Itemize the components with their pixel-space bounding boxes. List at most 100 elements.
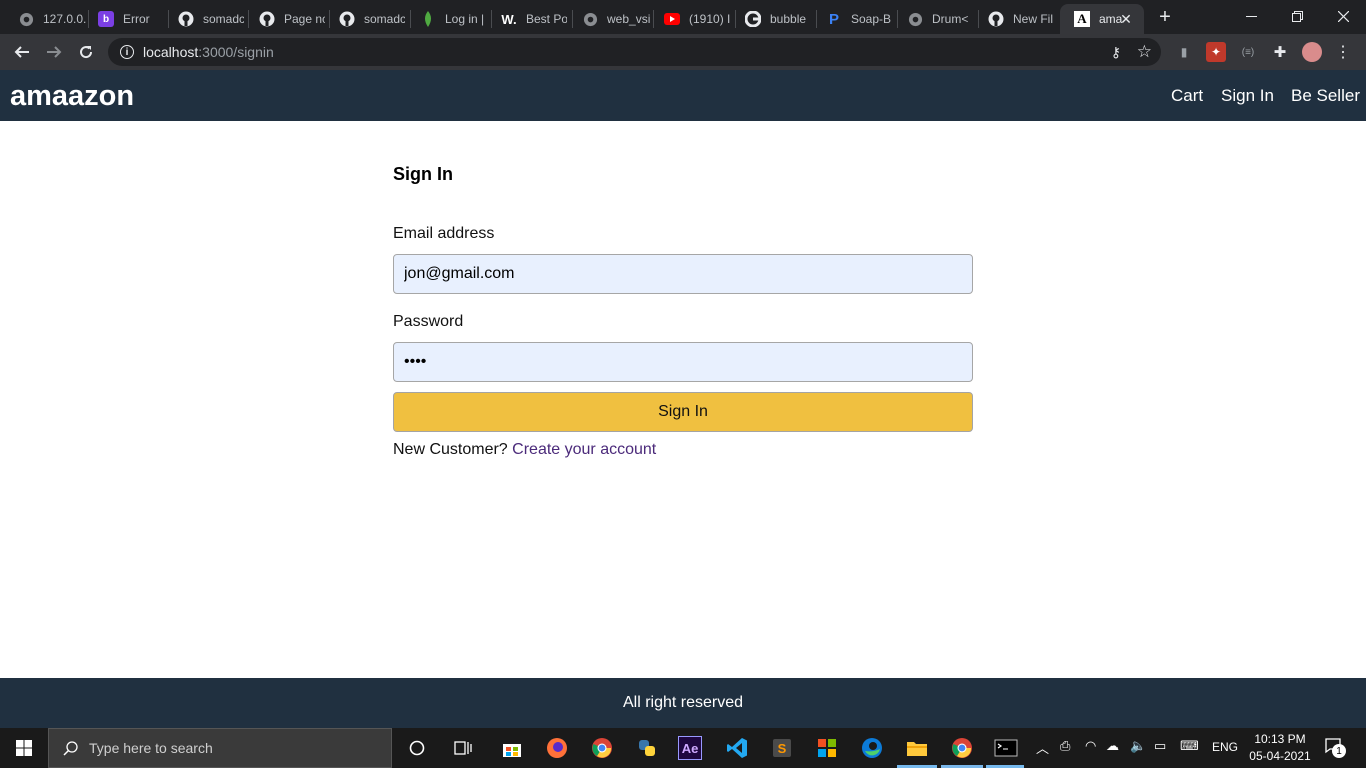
w-logo-icon: W.	[501, 11, 517, 27]
minimize-button[interactable]	[1228, 0, 1274, 32]
forward-arrow-icon	[47, 46, 62, 58]
back-arrow-icon	[14, 46, 29, 58]
info-icon[interactable]: i	[120, 45, 134, 59]
reload-icon	[80, 46, 93, 59]
browser-tab[interactable]: b Error	[84, 4, 164, 34]
browser-tab[interactable]: somadc	[164, 4, 244, 34]
signin-button[interactable]: Sign In	[393, 392, 973, 432]
clock-time: 10:13 PM	[1254, 732, 1306, 746]
url-path: :3000/signin	[198, 44, 274, 60]
close-tab-icon[interactable]: ✕	[1118, 11, 1134, 27]
edge-icon[interactable]	[858, 734, 886, 762]
github-icon	[988, 11, 1004, 27]
key-icon[interactable]: ⚷	[1111, 44, 1121, 61]
store-icon[interactable]	[498, 734, 526, 762]
onedrive-icon[interactable]: ☁	[1106, 738, 1119, 754]
chevron-up-icon[interactable]: ︿	[1036, 738, 1049, 757]
cortana-icon[interactable]	[403, 734, 431, 762]
search-placeholder: Type here to search	[89, 740, 213, 756]
minimize-icon	[1245, 15, 1257, 17]
restore-button[interactable]	[1274, 0, 1320, 32]
extension-icon[interactable]: (≡)	[1238, 42, 1258, 62]
browser-tab[interactable]: (1910) I	[650, 4, 732, 34]
python-icon[interactable]	[633, 734, 661, 762]
nav-cart-link[interactable]: Cart	[1171, 86, 1203, 106]
address-bar[interactable]: i localhost:3000/signin ⚷ ☆	[108, 38, 1161, 66]
email-label: Email address	[393, 225, 495, 242]
notification-badge: 1	[1332, 744, 1346, 758]
wifi-icon[interactable]: ◠	[1085, 738, 1096, 754]
task-view-icon[interactable]	[449, 734, 477, 762]
globe-icon	[582, 11, 598, 27]
vscode-icon[interactable]	[723, 734, 751, 762]
browser-tab[interactable]: W. Best Po	[487, 4, 567, 34]
office-icon[interactable]	[813, 734, 841, 762]
b-logo-icon: b	[98, 11, 114, 27]
new-tab-button[interactable]: +	[1154, 6, 1176, 28]
a-logo-icon: A	[1074, 11, 1090, 27]
password-label: Password	[393, 313, 464, 330]
chrome-active-icon[interactable]	[948, 734, 976, 762]
github-icon	[178, 11, 194, 27]
os-taskbar: Type here to search Ae S ︿ ⎙ ◠ ☁ 🔈 ▭ ⌨ E…	[0, 728, 1366, 768]
system-clock[interactable]: 10:13 PM 05-04-2021	[1244, 731, 1316, 765]
chrome-icon[interactable]	[588, 734, 616, 762]
restore-icon	[1291, 10, 1303, 22]
password-field[interactable]	[393, 342, 973, 382]
extension-icon[interactable]: ✦	[1206, 42, 1226, 62]
globe-icon	[18, 11, 34, 27]
firefox-icon[interactable]	[543, 734, 571, 762]
browser-tab[interactable]: bubble	[731, 4, 813, 34]
browser-toolbar: i localhost:3000/signin ⚷ ☆ ▮ ✦ (≡) ✚ ⋮	[0, 34, 1366, 70]
windows-logo-icon	[16, 740, 32, 756]
forward-button[interactable]	[41, 39, 67, 65]
create-account-link[interactable]: Create your account	[512, 441, 656, 458]
back-button[interactable]	[9, 39, 35, 65]
browser-tab-active[interactable]: A ama ✕	[1060, 4, 1144, 34]
menu-icon[interactable]: ⋮	[1333, 42, 1353, 62]
youtube-icon	[664, 11, 680, 27]
start-button[interactable]	[0, 728, 48, 768]
browser-tab[interactable]: Log in |	[406, 4, 486, 34]
terminal-icon[interactable]	[992, 734, 1020, 762]
puzzle-icon[interactable]: ✚	[1270, 42, 1290, 62]
p-logo-icon: P	[828, 10, 839, 28]
bookmark-star-icon[interactable]: ☆	[1137, 42, 1152, 62]
brand-logo[interactable]: amaazon	[10, 80, 134, 113]
browser-tab[interactable]: web_vsi	[568, 4, 650, 34]
browser-tab[interactable]: 127.0.0.	[4, 4, 86, 34]
browser-tab[interactable]: New Fil	[974, 4, 1058, 34]
volume-icon[interactable]: 🔈	[1130, 738, 1146, 754]
browser-tab[interactable]: P Soap-B	[812, 4, 894, 34]
language-indicator[interactable]: ENG	[1212, 740, 1238, 754]
extension-icon[interactable]: ▮	[1174, 42, 1194, 62]
file-explorer-icon[interactable]	[903, 734, 931, 762]
nav-be-seller-link[interactable]: Be Seller	[1291, 86, 1360, 106]
browser-tab[interactable]: Page nc	[245, 4, 325, 34]
clock-date: 05-04-2021	[1249, 749, 1311, 763]
taskbar-search[interactable]: Type here to search	[48, 728, 392, 768]
site-footer: All right reserved	[0, 678, 1366, 728]
browser-tab[interactable]: Drum<	[893, 4, 975, 34]
close-window-button[interactable]	[1320, 0, 1366, 32]
keyboard-icon[interactable]: ⌨	[1180, 738, 1199, 754]
email-field[interactable]	[393, 254, 973, 294]
site-header: amaazon Cart Sign In Be Seller	[0, 70, 1366, 121]
close-icon	[1337, 10, 1349, 22]
browser-tab[interactable]: somadc	[325, 4, 405, 34]
globe-icon	[907, 11, 923, 27]
browser-tab-strip: 127.0.0. b Error somadc Page nc somadc L…	[0, 0, 1366, 34]
page-title: Sign In	[393, 164, 453, 184]
new-customer-text: New Customer?	[393, 441, 508, 458]
mongodb-leaf-icon	[420, 11, 436, 27]
nav-signin-link[interactable]: Sign In	[1221, 86, 1274, 106]
footer-text: All right reserved	[622, 694, 744, 711]
avatar[interactable]	[1302, 42, 1322, 62]
after-effects-icon[interactable]: Ae	[678, 736, 702, 760]
reload-button[interactable]	[73, 39, 99, 65]
sublime-icon[interactable]: S	[768, 734, 796, 762]
battery-icon[interactable]: ▭	[1154, 738, 1166, 754]
search-icon	[63, 741, 78, 756]
notification-button[interactable]: 1	[1324, 736, 1346, 759]
meet-icon[interactable]: ⎙	[1060, 738, 1070, 754]
